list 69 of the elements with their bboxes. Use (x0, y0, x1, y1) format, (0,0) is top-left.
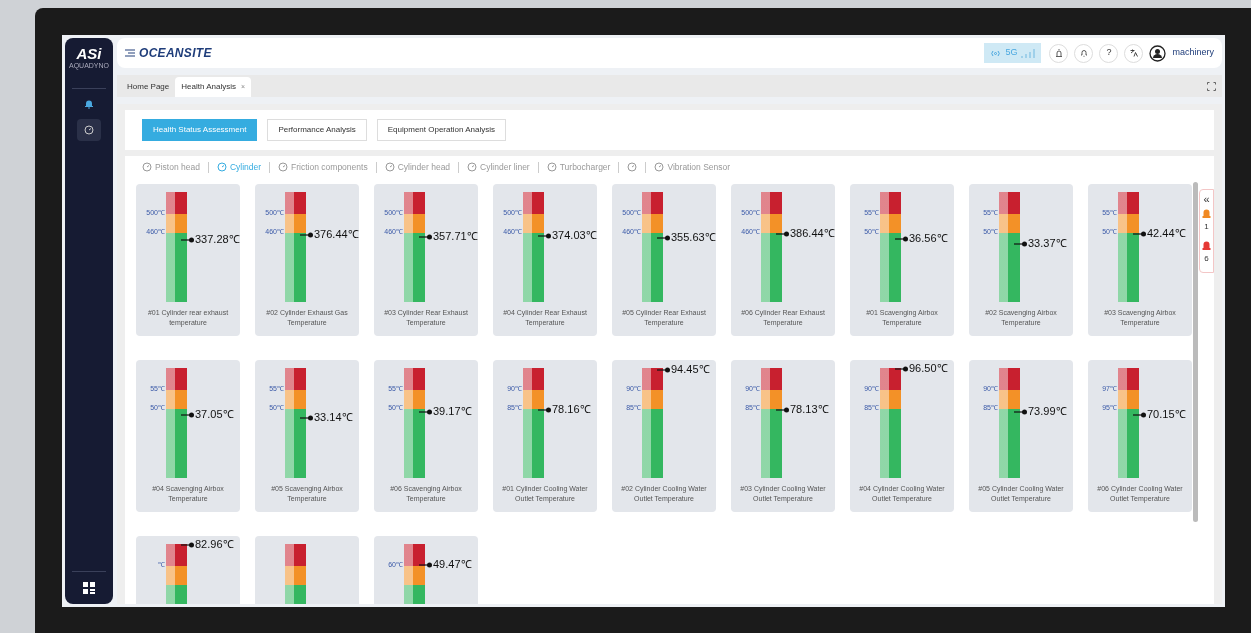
view-button[interactable]: Equipment Operation Analysis (376, 119, 506, 141)
alarm-light-icon (1055, 49, 1063, 57)
dashboard-icon[interactable] (83, 582, 95, 594)
value-reading: 33.37℃ (1028, 235, 1067, 251)
gauge-icon (142, 162, 152, 172)
tab-label: Home Page (127, 81, 170, 93)
collapse-icon[interactable]: « (1203, 193, 1210, 205)
scrollbar[interactable] (1193, 182, 1198, 522)
value-reading: 376.44℃ (314, 226, 359, 242)
value-reading: 36.56℃ (909, 231, 948, 247)
view-button[interactable]: Health Status Assessment (142, 119, 258, 141)
gauge-icon (384, 162, 395, 172)
value-reading: 78.13℃ (790, 401, 829, 417)
value-reading: 374.03℃ (552, 228, 597, 243)
filter-label: Piston head (155, 160, 200, 174)
filter-label: Vibration Sensor (667, 160, 731, 174)
value-reading: 42.44℃ (1147, 225, 1186, 241)
value-reading: 39.17℃ (433, 404, 472, 419)
bell-icon[interactable] (84, 99, 94, 109)
value-reading: 355.63℃ (671, 230, 716, 246)
menu-icon[interactable] (125, 49, 135, 57)
alert-count: 1 (1204, 221, 1209, 233)
logo-text: ASi (76, 46, 102, 62)
category-filter[interactable] (627, 162, 638, 172)
gauge-icon (546, 162, 557, 172)
user-name[interactable]: machinery (1172, 46, 1214, 60)
page-tab[interactable]: Home Page (121, 77, 176, 97)
value-reading: 94.45℃ (671, 362, 710, 378)
value-reading: 337.28℃ (195, 232, 240, 248)
value-reading: 386.44℃ (790, 225, 835, 241)
category-filter[interactable]: Cylinder liner (467, 160, 530, 174)
category-filter[interactable]: Cylinder (216, 160, 262, 174)
network-label: 5G (1005, 46, 1018, 60)
alarm-light-icon[interactable] (1202, 208, 1211, 218)
value-reading: 82.96℃ (195, 537, 234, 553)
category-filter[interactable]: Piston head (142, 160, 200, 174)
gauge-menu-button[interactable] (77, 119, 101, 141)
value-reading: 37.05℃ (195, 407, 234, 423)
alarm-light-icon[interactable] (1202, 240, 1211, 250)
category-filter[interactable]: Vibration Sensor (654, 160, 731, 174)
filter-label: Cylinder head (397, 160, 451, 174)
value-reading: 73.99℃ (1028, 404, 1067, 419)
view-button[interactable]: Performance Analysis (267, 119, 367, 141)
value-reading: 70.15℃ (1147, 407, 1186, 423)
category-filter[interactable]: Cylinder head (384, 160, 451, 174)
filter-label: Cylinder (229, 160, 262, 174)
gauge-icon (654, 162, 665, 172)
value-reading: 33.14℃ (314, 409, 353, 425)
alert-count: 6 (1204, 253, 1209, 265)
filter-label: Cylinder liner (480, 160, 530, 174)
bell-icon (1080, 49, 1088, 57)
gauge-icon (216, 162, 227, 172)
signal-bars-icon (1021, 48, 1036, 58)
value-reading: 78.16℃ (552, 401, 591, 417)
gauge-icon (467, 162, 478, 172)
category-filter[interactable]: Turbocharger (546, 160, 611, 174)
filter-label: Turbocharger (559, 160, 611, 174)
value-reading: 49.47℃ (433, 556, 472, 572)
fullscreen-icon[interactable] (1207, 82, 1216, 91)
wireless-icon (990, 48, 1002, 58)
brand-title: OCEANSITE (139, 45, 212, 62)
user-avatar-icon[interactable] (1149, 44, 1167, 62)
value-reading: 357.71℃ (433, 229, 478, 245)
gauge-icon (278, 162, 289, 172)
value-reading: 96.50℃ (909, 361, 948, 377)
tab-label: Health Analysis (181, 81, 236, 93)
translate-icon (1130, 49, 1138, 57)
gauge-icon (84, 125, 94, 135)
gauge-icon (627, 162, 638, 172)
